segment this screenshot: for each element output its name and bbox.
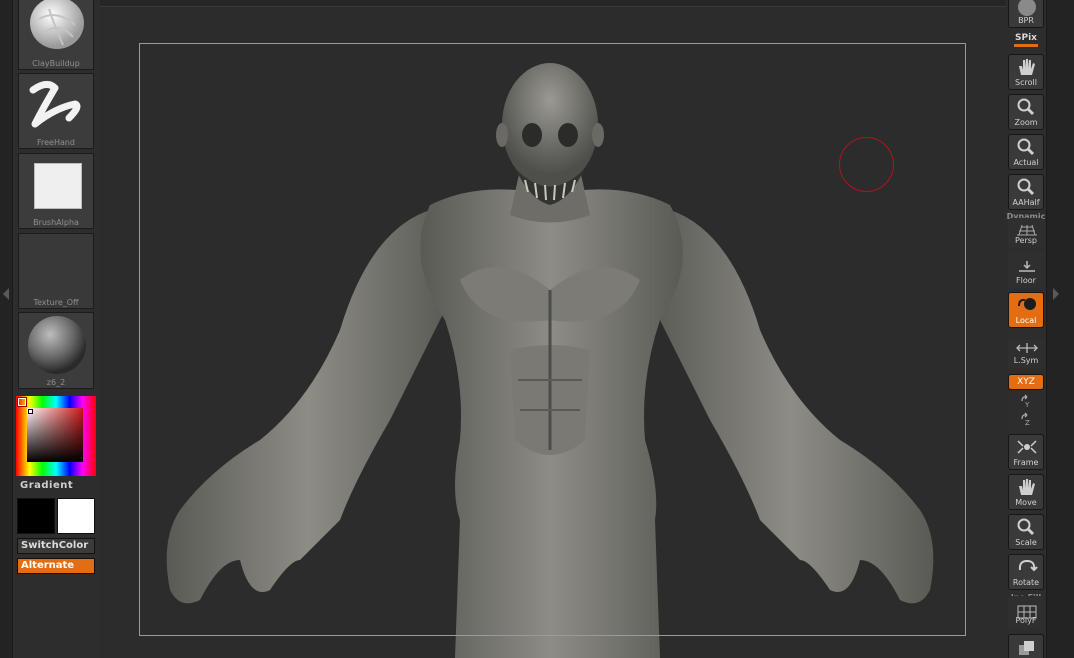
spix-slider[interactable] xyxy=(1014,44,1038,47)
texture-selector[interactable]: Texture_Off xyxy=(18,233,94,309)
magnifier-icon xyxy=(1017,98,1035,116)
frame-icon xyxy=(1017,440,1037,454)
rotate-icon xyxy=(1018,559,1038,572)
brush-selector[interactable]: ClayBuildup xyxy=(18,0,94,70)
document-canvas[interactable] xyxy=(100,0,1006,658)
rotate-button[interactable]: Rotate xyxy=(1008,554,1044,590)
xyz-label: XYZ xyxy=(1017,377,1035,387)
clay-buildup-brush-icon xyxy=(30,0,84,49)
color-picker[interactable] xyxy=(16,396,96,476)
y-axis-rotate-icon[interactable]: Y xyxy=(1019,394,1033,408)
transparency-icon xyxy=(1019,641,1034,655)
move-button[interactable]: Move xyxy=(1008,474,1044,510)
stroke-selector[interactable]: FreeHand xyxy=(18,73,94,149)
svg-text:Y: Y xyxy=(1024,401,1030,408)
move-hand-icon xyxy=(1019,479,1035,495)
switch-color-button[interactable]: SwitchColor xyxy=(17,538,95,554)
xyz-button[interactable]: XYZ xyxy=(1008,374,1044,390)
spix-label[interactable]: SPix xyxy=(1006,33,1046,43)
actual-button[interactable]: Actual xyxy=(1008,134,1044,170)
secondary-color-swatch[interactable] xyxy=(57,498,95,534)
aahalf-label: AAHalf xyxy=(1012,198,1040,207)
primary-color-swatch[interactable] xyxy=(17,498,55,534)
persp-label: Persp xyxy=(1015,236,1037,245)
bpr-button[interactable]: BPR xyxy=(1008,0,1044,28)
floor-icon xyxy=(1019,261,1035,272)
lsym-button[interactable]: L.Sym xyxy=(1008,340,1044,368)
frame-label: Frame xyxy=(1013,458,1039,467)
persp-button[interactable]: Persp xyxy=(1008,218,1044,248)
polyf-button[interactable]: PolyF xyxy=(1008,596,1044,628)
polyf-label: PolyF xyxy=(1015,616,1037,625)
scale-label: Scale xyxy=(1015,538,1037,547)
lsym-label: L.Sym xyxy=(1013,356,1039,365)
hand-icon xyxy=(1019,59,1035,75)
stroke-label: FreeHand xyxy=(36,138,76,147)
brush-label: ClayBuildup xyxy=(32,59,80,68)
actual-size-icon xyxy=(1017,138,1035,156)
bpr-sphere-icon xyxy=(1018,0,1036,16)
bpr-label: BPR xyxy=(1018,16,1034,25)
collapse-left-icon[interactable] xyxy=(3,288,9,300)
texture-label: Texture_Off xyxy=(33,298,79,307)
aahalf-button[interactable]: AAHalf xyxy=(1008,174,1044,210)
alpha-square-icon xyxy=(34,163,82,209)
right-shelf: BPR SPix Scroll Zoom Actual AAHalf Dynam… xyxy=(1006,0,1046,658)
floor-label: Floor xyxy=(1016,276,1036,285)
color-selection-dot[interactable] xyxy=(28,409,33,414)
scale-magnifier-icon xyxy=(1017,518,1035,536)
alpha-selector[interactable]: BrushAlpha xyxy=(18,153,94,229)
z-axis-rotate-icon[interactable]: Z xyxy=(1019,412,1033,426)
material-label: z6_2 xyxy=(46,378,66,387)
aahalf-icon xyxy=(1017,178,1035,196)
zoom-button[interactable]: Zoom xyxy=(1008,94,1044,130)
hue-marker[interactable] xyxy=(17,397,27,407)
material-sphere-icon xyxy=(28,316,86,374)
alternate-button[interactable]: Alternate xyxy=(17,558,95,574)
freehand-stroke-icon xyxy=(29,81,81,128)
scroll-button[interactable]: Scroll xyxy=(1008,54,1044,90)
saturation-square[interactable] xyxy=(27,408,83,462)
gradient-label[interactable]: Gradient xyxy=(20,480,73,491)
brush-cursor xyxy=(839,137,894,192)
local-rotate-icon xyxy=(1018,298,1036,310)
frame-button[interactable]: Frame xyxy=(1008,434,1044,470)
right-tray-handle[interactable] xyxy=(1046,0,1074,658)
local-label: Local xyxy=(1015,316,1037,325)
alpha-label: BrushAlpha xyxy=(33,218,79,227)
move-label: Move xyxy=(1015,498,1037,507)
actual-label: Actual xyxy=(1013,158,1039,167)
scroll-label: Scroll xyxy=(1015,78,1037,87)
floor-button[interactable]: Floor xyxy=(1008,252,1044,288)
canvas-frame xyxy=(139,43,966,636)
local-button[interactable]: Local xyxy=(1008,292,1044,328)
collapse-right-icon[interactable] xyxy=(1053,288,1059,300)
zbrush-window: ClayBuildup FreeHand BrushAlpha Texture_… xyxy=(0,0,1074,658)
left-tray: ClayBuildup FreeHand BrushAlpha Texture_… xyxy=(13,0,100,658)
transp-button[interactable] xyxy=(1008,634,1044,658)
left-tray-handle[interactable] xyxy=(0,0,13,658)
zoom-label: Zoom xyxy=(1014,118,1038,127)
material-selector[interactable]: z6_2 xyxy=(18,312,94,389)
svg-text:Z: Z xyxy=(1025,419,1030,426)
scale-button[interactable]: Scale xyxy=(1008,514,1044,550)
rotate-label: Rotate xyxy=(1012,578,1040,587)
